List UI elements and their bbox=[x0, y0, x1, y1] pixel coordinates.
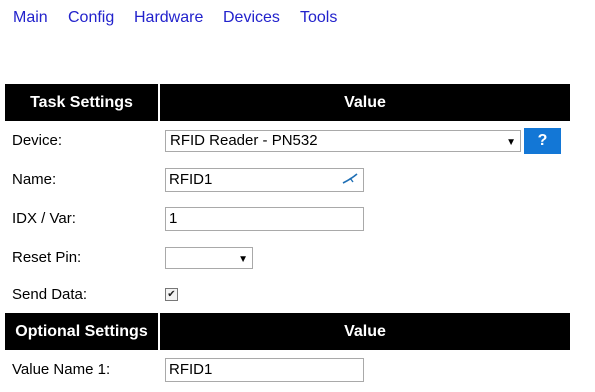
task-settings-header-value: Value bbox=[159, 84, 570, 121]
optional-settings-header-value: Value bbox=[159, 313, 570, 350]
name-row: Name: bbox=[5, 160, 570, 199]
value-name-1-row: Value Name 1: bbox=[5, 350, 570, 389]
edit-pen-icon[interactable] bbox=[342, 172, 358, 186]
reset-pin-label: Reset Pin: bbox=[12, 249, 82, 266]
idx-input[interactable] bbox=[165, 206, 364, 231]
name-label: Name: bbox=[12, 171, 57, 188]
reset-pin-row: Reset Pin: ▼ bbox=[5, 238, 570, 277]
optional-settings-header-label: Optional Settings bbox=[5, 313, 160, 350]
nav-link-main[interactable]: Main bbox=[13, 9, 48, 27]
name-input[interactable] bbox=[165, 167, 364, 192]
reset-pin-select[interactable]: ▼ bbox=[165, 246, 253, 269]
value-name-1-label: Value Name 1: bbox=[12, 361, 111, 378]
idx-label: IDX / Var: bbox=[12, 210, 76, 227]
dropdown-arrow-icon: ▼ bbox=[238, 253, 248, 265]
device-select[interactable]: RFID Reader - PN532 ▼ bbox=[165, 129, 521, 152]
nav-link-config[interactable]: Config bbox=[68, 9, 114, 27]
nav-link-tools[interactable]: Tools bbox=[300, 9, 337, 27]
task-settings-header-label: Task Settings bbox=[5, 84, 160, 121]
send-data-checkbox[interactable]: ✔ bbox=[165, 288, 178, 301]
value-name-1-input[interactable] bbox=[165, 357, 364, 382]
nav-link-hardware[interactable]: Hardware bbox=[134, 9, 203, 27]
task-settings-table: Task Settings Value Device: RFID Reader … bbox=[5, 84, 570, 312]
dropdown-arrow-icon: ▼ bbox=[506, 136, 516, 148]
nav-link-devices[interactable]: Devices bbox=[223, 9, 280, 27]
optional-settings-table: Optional Settings Value Value Name 1: bbox=[5, 313, 570, 389]
device-select-value: RFID Reader - PN532 bbox=[170, 131, 318, 149]
send-data-row: Send Data: ✔ bbox=[5, 277, 570, 312]
send-data-label: Send Data: bbox=[12, 286, 88, 303]
optional-settings-header: Optional Settings Value bbox=[5, 313, 570, 350]
task-settings-header: Task Settings Value bbox=[5, 84, 570, 121]
device-label: Device: bbox=[12, 132, 63, 149]
device-row: Device: RFID Reader - PN532 ▼ bbox=[5, 121, 570, 160]
device-help-button[interactable]: ? bbox=[524, 128, 561, 154]
idx-row: IDX / Var: bbox=[5, 199, 570, 238]
